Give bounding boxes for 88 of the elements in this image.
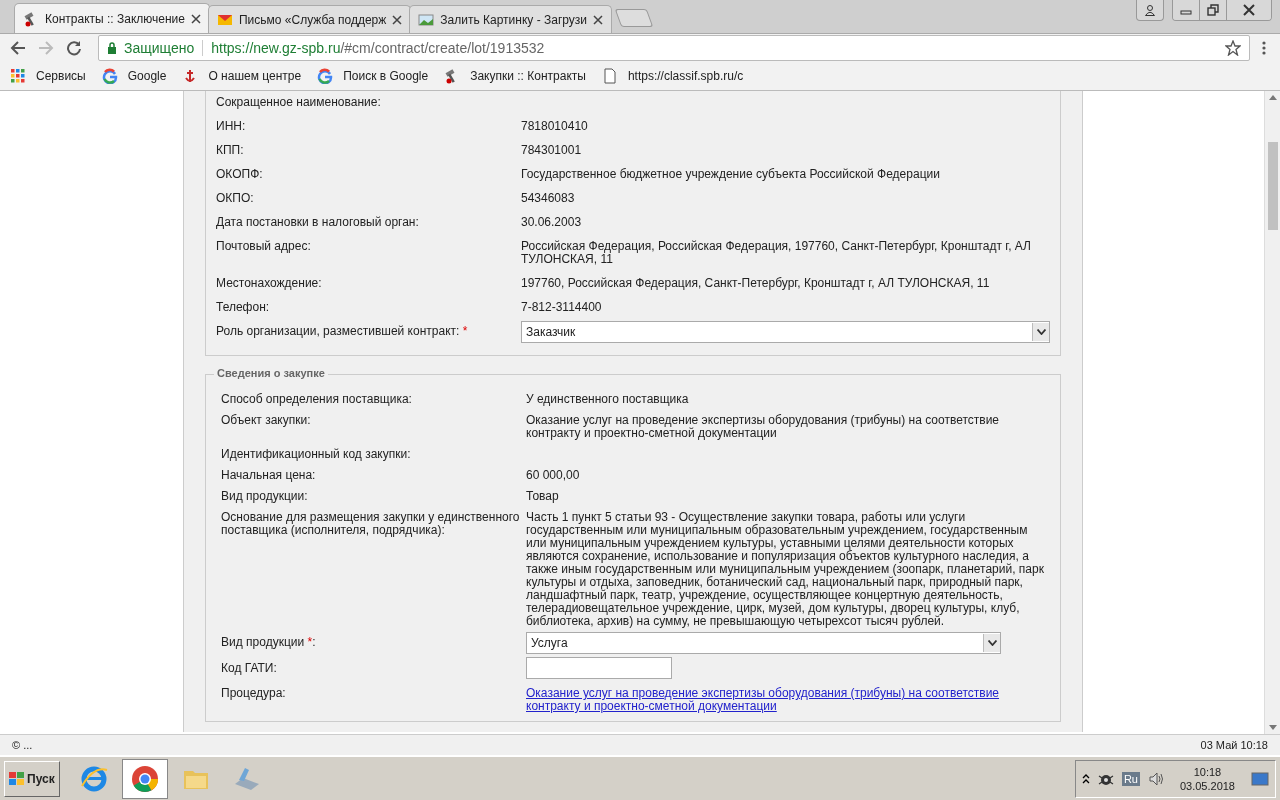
field-label: ОКОПФ: (216, 168, 264, 181)
field-value: 197760, Российская Федерация, Санкт-Петербург, Кронштадт г, АЛ ТУЛОНСКАЯ, 11 (521, 277, 991, 290)
bookmark[interactable]: https://classif.spb.ru/c (601, 68, 744, 84)
field-label: КПП: (216, 144, 245, 157)
caret-icon (987, 640, 997, 646)
close-icon[interactable] (593, 14, 604, 25)
restore-button[interactable] (1199, 0, 1226, 20)
close-icon[interactable] (190, 13, 201, 24)
reload-icon[interactable] (66, 40, 82, 56)
field-label: Телефон: (216, 301, 271, 314)
status-text: © ... (12, 739, 33, 751)
procedure-link[interactable]: Оказание услуг на проведение экспертизы оборудования (трибуны) на соответствие контракту и проектно-сметной документации (526, 687, 1050, 713)
field-label: Процедура: (221, 687, 287, 700)
field-label: ИНН: (216, 120, 247, 133)
chevron-up-icon[interactable] (1081, 773, 1090, 784)
url-path: /#cm/contract/create/lot/1913532 (340, 40, 545, 56)
profile-button[interactable] (1136, 0, 1164, 21)
caret-icon (1036, 329, 1046, 335)
scroll-up-icon[interactable] (1268, 95, 1277, 100)
scrollbar[interactable] (1264, 91, 1280, 734)
section-legend: Сведения о закупке (214, 367, 328, 379)
star-icon[interactable] (1225, 40, 1241, 56)
bookmark[interactable]: О нашем центре (182, 68, 302, 84)
dropdown[interactable]: Услуга (526, 632, 1001, 654)
field-label: ОКПО: (216, 192, 255, 205)
field-label: Начальная цена: (221, 469, 317, 482)
bookmark[interactable]: Google (101, 68, 167, 84)
browser-tab[interactable]: Письмо «Служба поддерж (207, 5, 412, 33)
field-value: Российская Федерация, Российская Федерация, 197760, Санкт-Петербург, Кронштадт г, АЛ ТУЛОНСКАЯ, 11 (521, 240, 1032, 266)
image-icon (418, 11, 435, 28)
field-label: Дата постановки в налоговый орган: (216, 216, 420, 229)
field-label: Основание для размещения закупки у единственного поставщика (исполнителя, подрядчика): (221, 511, 521, 537)
address-bar[interactable]: Защищено https://new.gz-spb.ru/#cm/contract/create/lot/1913532 (98, 35, 1250, 61)
start-button[interactable]: Пуск (4, 760, 60, 797)
apps-grid-icon (10, 68, 26, 84)
close-icon (1243, 4, 1255, 16)
language-indicator[interactable]: Ru (1121, 771, 1140, 786)
bookmark[interactable]: Закупки :: Контракты (444, 68, 586, 84)
field-label: Сокращенное наименование: (216, 96, 382, 109)
speaker-icon[interactable] (1147, 770, 1164, 787)
bookmark[interactable]: Сервисы (10, 68, 86, 84)
field-label: Вид продукции *: (221, 636, 317, 649)
lock-icon (107, 42, 117, 54)
dropdown[interactable]: Заказчик (521, 321, 1050, 343)
windows-logo-icon (9, 771, 25, 786)
field-value: Часть 1 пункт 5 статьи 93 - Осуществление закупки товара, работы или услуги государственным или муниципальным образовательным учреждением, государственным или муниципальным учреждением культуры, уставными целями деятельности которых являются сохранение, использование и популяризация объектов культурного наследия, а также иным государственным или муниципальным учреждением (зоопарк, планетарий, парк культуры и отдыха, заповедник, ботанический сад, национальный парк, природный парк, ландшафтный парк, театр, учреждение, осуществляющее концертную деятельность, телерадиовещательное учреждение, цирк, музей, дом культуры, дворец культуры, клуб, библиотека, архив) на сумму, не превышающую четырехсот тысяч рублей. (526, 511, 1045, 628)
google-icon (101, 68, 118, 84)
field-value: 7818010410 (521, 120, 589, 133)
restore-icon (1207, 4, 1219, 16)
close-icon[interactable] (392, 14, 403, 25)
field-label: Местонахождение: (216, 277, 323, 290)
field-value: 784301001 (521, 144, 583, 157)
show-desktop-icon[interactable] (1251, 771, 1269, 786)
scrollbar-thumb[interactable] (1267, 142, 1278, 230)
page-icon (601, 68, 618, 84)
field-value: 30.06.2003 (521, 216, 583, 229)
browser-tab[interactable]: Контракты :: Заключение (14, 3, 210, 33)
field-label: Код ГАТИ: (221, 662, 278, 675)
field-label: Идентификационный код закупки: (221, 448, 412, 461)
field-label: Роль организации, разместившей контракт: * (216, 325, 469, 338)
field-label: Объект закупки: (221, 414, 312, 427)
secure-label: Защищено (124, 40, 195, 56)
bookmark[interactable]: Поиск в Google (317, 68, 429, 84)
scroll-down-icon[interactable] (1268, 725, 1277, 730)
text-field[interactable] (526, 657, 672, 679)
user-icon (1144, 4, 1156, 16)
field-label: Вид продукции: (221, 490, 309, 503)
tray-time: 10:18 (1193, 764, 1222, 779)
url-host: https://new.gz-spb.ru (211, 40, 341, 56)
chrome-icon (129, 763, 160, 794)
field-value: Государственное бюджетное учреждение субъекта Российской Федерации (521, 168, 941, 181)
google-icon (317, 68, 334, 84)
back-icon[interactable] (10, 40, 26, 56)
tray-date: 03.05.2018 (1179, 778, 1235, 793)
field-value: Оказание услуг на проведение экспертизы оборудования (трибуны) на соответствие контракту и проектно-сметной документации (526, 414, 1001, 440)
taskbar-app[interactable] (121, 758, 168, 799)
field-value: Товар (526, 490, 560, 503)
browser-tab[interactable]: Залить Картинку - Загрузи (409, 5, 613, 33)
field-value: 7-812-3114400 (521, 301, 603, 314)
close-window-button[interactable] (1226, 0, 1271, 20)
field-value: У единственного поставщика (526, 393, 690, 406)
field-value: 60 000,00 (526, 469, 581, 482)
field-label: Способ определения поставщика: (221, 393, 413, 406)
menu-icon[interactable] (1262, 40, 1266, 56)
minimize-button[interactable] (1173, 0, 1199, 20)
field-label: Почтовый адрес: (216, 240, 312, 253)
status-time: 03 Май 10:18 (1200, 739, 1268, 751)
field-value: 54346083 (521, 192, 576, 205)
